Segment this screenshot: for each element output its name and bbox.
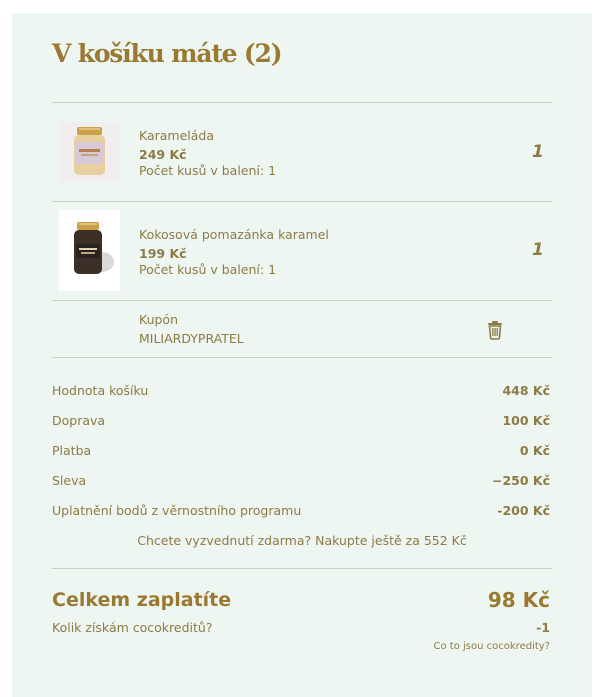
summary-value-discount: −250 Kč (491, 473, 550, 488)
free-pickup-note: Chcete vyzvednutí zdarma? Nakupte ještě … (137, 533, 467, 548)
summary-label-shipping: Doprava (52, 413, 106, 428)
summary-value-cart-value: 448 Kč (502, 383, 550, 398)
cocokredits-value: -1 (536, 620, 550, 635)
summary-value-loyalty-points: -200 Kč (497, 503, 550, 518)
summary-label-payment: Platba (52, 443, 92, 458)
summary-label-discount: Sleva (52, 473, 87, 488)
item-name[interactable]: Karameláda (139, 128, 214, 143)
product-image-kokosova-pomazanka[interactable] (59, 210, 120, 291)
total-label: Celkem zaplatíte (52, 589, 232, 611)
summary-value-shipping: 100 Kč (502, 413, 550, 428)
divider (52, 102, 552, 103)
summary-label-cart-value: Hodnota košíku (52, 383, 149, 398)
summary-value-payment: 0 Kč (519, 443, 550, 458)
item-name[interactable]: Kokosová pomazánka karamel (139, 227, 329, 242)
item-price: 249 Kč (139, 147, 187, 162)
item-price: 199 Kč (139, 246, 187, 261)
total-value: 98 Kč (487, 588, 550, 612)
cocokredits-info-link[interactable]: Co to jsou cocokredity? (434, 641, 550, 652)
divider (52, 568, 552, 569)
summary-label-loyalty-points: Uplatnění bodů z věrnostního programu (52, 503, 302, 518)
trash-icon[interactable] (486, 320, 504, 340)
coupon-code: MILIARDYPRATEL (139, 331, 244, 346)
coupon-label: Kupón (139, 312, 179, 327)
product-image-karamelada[interactable] (59, 122, 120, 182)
cocokredits-label: Kolik získám cocokreditů? (52, 620, 213, 635)
cart-panel: V košíku máte (2) Karameláda 249 Kč Poče… (12, 13, 592, 697)
divider (52, 201, 552, 202)
divider (52, 300, 552, 301)
item-quantity[interactable]: 1 (532, 240, 544, 260)
cart-title: V košíku máte (2) (52, 39, 283, 68)
divider (52, 357, 552, 358)
item-pack-count: Počet kusů v balení: 1 (139, 262, 277, 277)
item-quantity[interactable]: 1 (532, 142, 544, 162)
item-pack-count: Počet kusů v balení: 1 (139, 163, 277, 178)
